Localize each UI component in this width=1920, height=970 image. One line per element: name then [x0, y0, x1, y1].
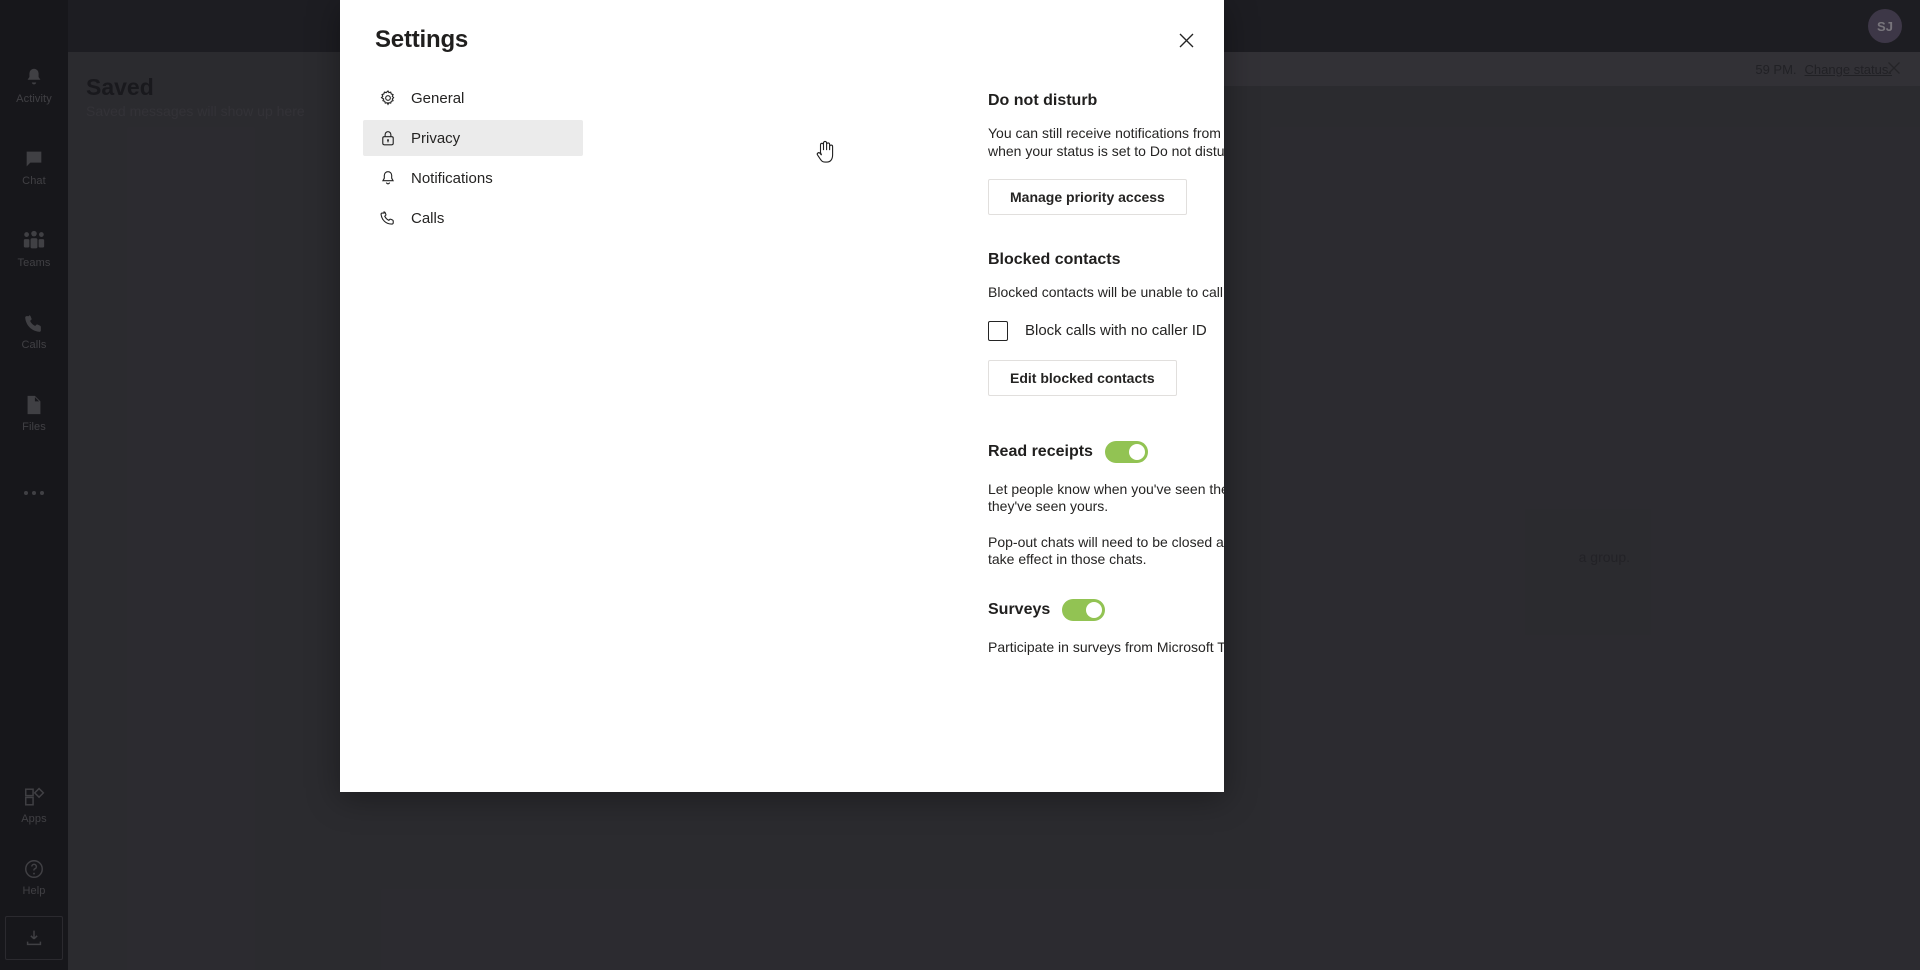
settings-dialog: Settings General Privacy Notifications C… [340, 0, 1224, 792]
edit-blocked-contacts-button[interactable]: Edit blocked contacts [988, 359, 1177, 396]
surveys-toggle[interactable] [1062, 598, 1106, 621]
blocked-contacts-heading: Blocked contacts [988, 251, 1121, 268]
dialog-title: Settings [375, 26, 469, 53]
mouse-cursor [814, 139, 838, 172]
surveys-description: Participate in surveys from Microsoft Te… [988, 638, 1224, 655]
sidebar-item-label: Privacy [411, 129, 461, 147]
settings-nav: General Privacy Notifications Calls [363, 80, 583, 240]
surveys-heading: Surveys [988, 600, 1051, 618]
gear-icon [378, 89, 397, 107]
do-not-disturb-description: You can still receive notifications from… [988, 125, 1224, 159]
sidebar-item-privacy[interactable]: Privacy [363, 120, 583, 156]
lock-icon [378, 129, 397, 147]
sidebar-item-label: Calls [411, 209, 445, 227]
sidebar-item-calls[interactable]: Calls [363, 200, 583, 236]
manage-priority-access-button[interactable]: Manage priority access [988, 179, 1187, 215]
sidebar-item-notifications[interactable]: Notifications [363, 160, 583, 196]
read-receipts-heading-row: Read receipts [988, 440, 1224, 463]
read-receipts-toggle[interactable] [1104, 440, 1148, 463]
sidebar-item-label: General [411, 89, 465, 107]
phone-icon [378, 209, 397, 227]
bell-icon [378, 169, 397, 187]
sidebar-item-general[interactable]: General [363, 80, 583, 116]
sidebar-item-label: Notifications [411, 169, 493, 187]
privacy-settings-panel: Do not disturb You can still receive not… [988, 92, 1224, 656]
toggle-knob [1128, 443, 1145, 460]
toggle-knob [1086, 601, 1103, 618]
close-icon[interactable] [1169, 23, 1203, 57]
read-receipts-heading: Read receipts [988, 442, 1093, 460]
block-no-caller-id-checkbox[interactable] [988, 320, 1008, 341]
block-no-caller-id-row[interactable]: Block calls with no caller ID [988, 320, 1224, 341]
block-no-caller-id-label: Block calls with no caller ID [1025, 322, 1207, 339]
read-receipts-description-1: Let people know when you've seen their m… [988, 480, 1224, 515]
surveys-heading-row: Surveys [988, 598, 1224, 621]
do-not-disturb-heading: Do not disturb [988, 92, 1098, 109]
blocked-contacts-description: Blocked contacts will be unable to call … [988, 284, 1224, 300]
read-receipts-description-2: Pop-out chats will need to be closed and… [988, 533, 1224, 568]
